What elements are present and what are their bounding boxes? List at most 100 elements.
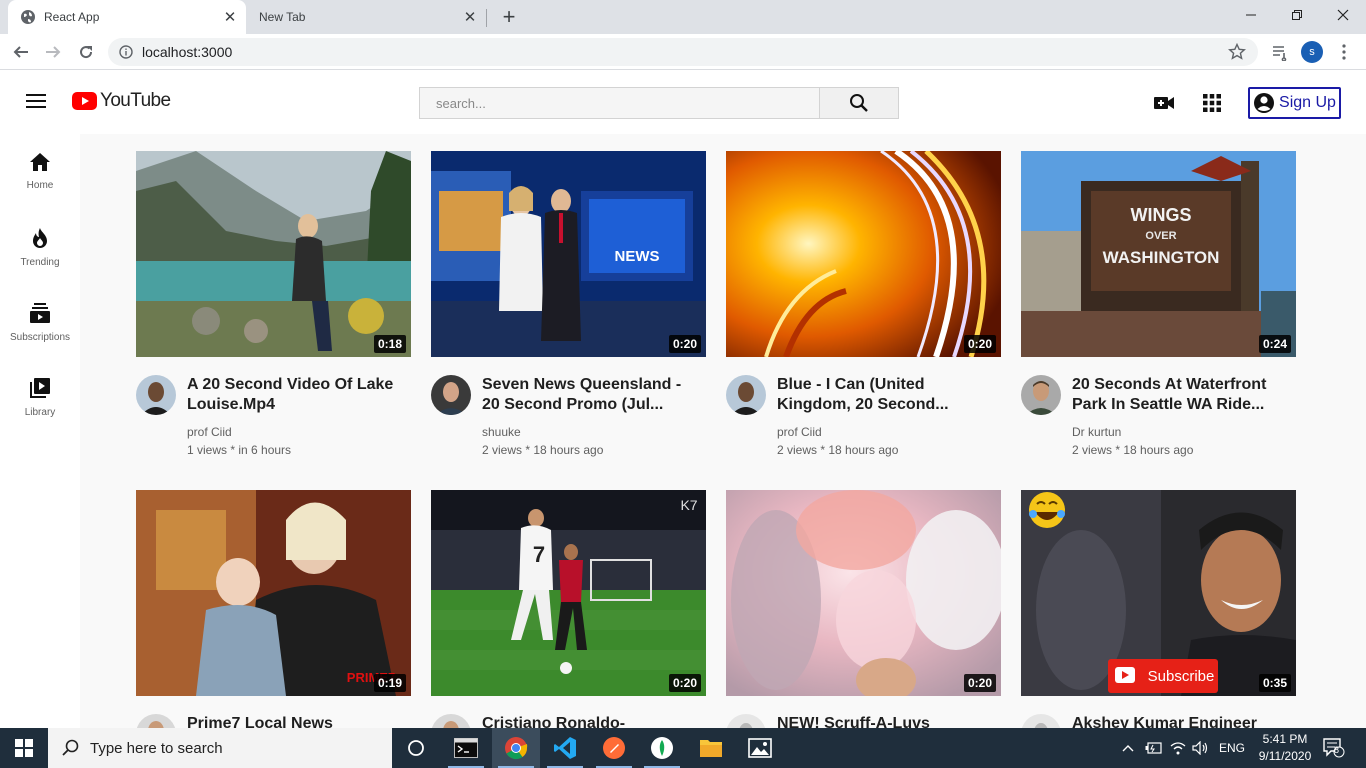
chevron-up-icon <box>1122 745 1134 752</box>
battery-icon[interactable] <box>1145 728 1163 768</box>
taskbar-app-postman[interactable] <box>590 728 638 768</box>
video-grid: 0:18 A 20 Second Video Of Lake Louise.Mp… <box>80 134 1366 728</box>
photos-icon <box>748 738 772 758</box>
close-tab-icon[interactable]: ✕ <box>460 7 480 27</box>
channel-name[interactable]: shuuke <box>482 425 521 439</box>
folder-icon <box>700 740 722 757</box>
channel-avatar[interactable] <box>431 375 471 415</box>
taskbar-app-terminal[interactable] <box>442 728 490 768</box>
restore-button[interactable] <box>1274 0 1320 30</box>
taskbar-app-mongodb[interactable] <box>638 728 686 768</box>
video-thumbnail[interactable]: 0:18 <box>136 151 411 357</box>
sidebar-item-home[interactable]: Home <box>0 134 80 209</box>
video-thumbnail[interactable]: 0:20 <box>726 151 1001 357</box>
menu-icon[interactable] <box>26 94 46 110</box>
volume-icon[interactable] <box>1192 728 1210 768</box>
video-thumbnail[interactable]: NEWS 0:20 <box>431 151 706 357</box>
video-duration: 0:20 <box>668 335 701 353</box>
channel-name[interactable]: Dr kurtun <box>1072 425 1121 439</box>
taskbar-app-vscode[interactable] <box>541 728 589 768</box>
address-bar[interactable]: localhost:3000 <box>108 38 1258 66</box>
video-card[interactable]: PRIME7 0:19 Prime7 Local News <box>136 490 412 728</box>
system-clock[interactable]: 5:41 PM 9/11/2020 <box>1253 731 1317 765</box>
video-title[interactable]: Cristiano Ronaldo- <box>482 714 702 728</box>
video-card[interactable]: 0:20 Blue - I Can (United Kingdom, 20 Se… <box>726 151 1002 467</box>
sidebar-item-trending[interactable]: Trending <box>0 209 80 284</box>
reload-icon[interactable] <box>74 40 98 64</box>
video-title[interactable]: A 20 Second Video Of Lake Louise.Mp4 <box>187 375 407 415</box>
video-duration: 0:20 <box>668 674 701 692</box>
profile-avatar[interactable]: s <box>1301 41 1323 63</box>
channel-avatar[interactable] <box>136 714 176 728</box>
video-title[interactable]: Prime7 Local News <box>187 714 407 728</box>
search-button[interactable] <box>819 87 899 119</box>
sign-up-button[interactable]: Sign Up <box>1248 87 1341 119</box>
notification-count: 8 <box>1334 745 1340 755</box>
mongodb-icon <box>651 737 673 759</box>
video-title[interactable]: Seven News Queensland - 20 Second Promo … <box>482 375 702 415</box>
taskbar-app-file-explorer[interactable] <box>687 728 735 768</box>
show-hidden-icons-button[interactable] <box>1122 728 1134 768</box>
minimize-button[interactable] <box>1228 0 1274 30</box>
video-thumbnail[interactable]: WINGS OVER WASHINGTON 0:24 <box>1021 151 1296 357</box>
forward-arrow-icon[interactable] <box>41 40 65 64</box>
sign-text-line1: WINGS <box>1131 205 1192 225</box>
search-input[interactable] <box>419 87 819 119</box>
video-card[interactable]: 0:20 NEW! Scruff-A-Luvs <box>726 490 1002 728</box>
channel-avatar[interactable] <box>1021 714 1061 728</box>
video-thumbnail[interactable]: K7 7 0:20 <box>431 490 706 696</box>
taskbar-search-placeholder: Type here to search <box>90 739 223 757</box>
video-thumbnail[interactable]: 0:20 <box>726 490 1001 696</box>
input-language-indicator[interactable]: ENG <box>1219 728 1245 768</box>
sidebar-item-label: Home <box>26 180 54 191</box>
reading-list-icon[interactable] <box>1268 40 1292 64</box>
video-stats: 2 views * 18 hours ago <box>777 443 899 457</box>
terminal-icon <box>454 738 478 758</box>
channel-avatar[interactable] <box>136 375 176 415</box>
sidebar-item-label: Subscriptions <box>9 332 71 343</box>
close-window-button[interactable] <box>1320 0 1366 30</box>
video-card[interactable]: Subscribe 0:35 Akshey Kumar Engineer <box>1021 490 1297 728</box>
sidebar-item-subscriptions[interactable]: Subscriptions <box>0 284 80 359</box>
taskbar-app-chrome[interactable] <box>492 728 540 768</box>
video-title[interactable]: 20 Seconds At Waterfront Park In Seattle… <box>1072 375 1292 415</box>
video-title[interactable]: Blue - I Can (United Kingdom, 20 Second.… <box>777 375 997 415</box>
channel-name[interactable]: prof Ciid <box>187 425 232 439</box>
video-camera-add-icon[interactable] <box>1153 92 1175 114</box>
channel-avatar[interactable] <box>726 714 766 728</box>
video-thumbnail[interactable]: Subscribe 0:35 <box>1021 490 1296 696</box>
video-title[interactable]: NEW! Scruff-A-Luvs <box>777 714 997 728</box>
channel-name[interactable]: prof Ciid <box>777 425 822 439</box>
start-button[interactable] <box>0 728 48 768</box>
info-icon[interactable] <box>112 45 140 59</box>
menu-dots-icon[interactable] <box>1332 40 1356 64</box>
video-duration: 0:18 <box>373 335 406 353</box>
action-center-button[interactable]: 8 <box>1323 728 1345 768</box>
youtube-logo[interactable]: YouTube <box>72 90 171 112</box>
video-thumbnail[interactable]: PRIME7 0:19 <box>136 490 411 696</box>
video-card[interactable]: NEWS 0:20 Seven News Queensland - 20 Sec… <box>431 151 707 467</box>
task-view-button[interactable] <box>392 728 440 768</box>
tab-react-app[interactable]: React App ✕ <box>8 0 246 34</box>
channel-avatar[interactable] <box>726 375 766 415</box>
tab-new-tab[interactable]: New Tab ✕ <box>246 0 486 34</box>
wifi-icon[interactable] <box>1170 728 1186 768</box>
bookmark-star-icon[interactable] <box>1228 42 1246 66</box>
new-tab-button[interactable]: + <box>497 4 521 29</box>
clock-date: 9/11/2020 <box>1258 749 1312 763</box>
close-tab-icon[interactable]: ✕ <box>220 7 240 27</box>
channel-avatar[interactable] <box>1021 375 1061 415</box>
taskbar-search-box[interactable]: Type here to search <box>48 728 392 768</box>
globe-icon <box>20 9 36 25</box>
channel-avatar[interactable] <box>431 714 471 728</box>
play-logo-icon <box>72 92 97 110</box>
apps-grid-icon[interactable] <box>1201 92 1223 114</box>
taskbar-app-photos[interactable] <box>736 728 784 768</box>
sidebar-item-library[interactable]: Library <box>0 359 80 434</box>
home-icon <box>30 153 50 171</box>
video-title[interactable]: Akshey Kumar Engineer <box>1072 714 1292 728</box>
video-card[interactable]: K7 7 0:20 Cristiano Ronaldo- <box>431 490 707 728</box>
video-card[interactable]: WINGS OVER WASHINGTON 0:24 20 Seconds At… <box>1021 151 1297 467</box>
back-arrow-icon[interactable] <box>9 40 33 64</box>
video-card[interactable]: 0:18 A 20 Second Video Of Lake Louise.Mp… <box>136 151 412 467</box>
